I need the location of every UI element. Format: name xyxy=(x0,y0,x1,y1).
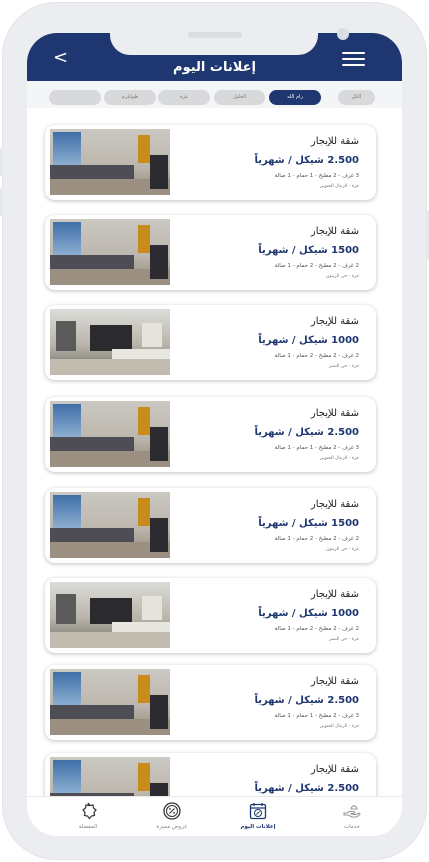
nav-item[interactable]: عروض مميزة xyxy=(137,801,207,830)
nav-item[interactable]: خدمات xyxy=(317,801,387,830)
listing-info: شقة للإيجار 1500 شيكل / شهرياً 2 غرف - 2 م… xyxy=(179,225,359,280)
listing-details: 3 غرف - 2 مطبخ - 1 حمام - 1 صالة xyxy=(274,713,359,719)
listing-photo xyxy=(50,129,170,195)
listing-price: 2.500 شيكل / شهرياً xyxy=(254,695,359,706)
nav-item[interactable]: إعلانات اليوم xyxy=(223,801,293,830)
listing-location: غزة - الرمال الجنوبي xyxy=(319,456,359,461)
listing-info: شقة للإيجار 2.500 شيكل / شهرياً 3 غرف - 2 … xyxy=(179,135,359,190)
listing-card[interactable]: شقة للإيجار 1000 شيكل / شهرياً 2 غرف - 2 م… xyxy=(45,305,376,380)
listing-card[interactable]: شقة للإيجار 1500 شيكل / شهرياً 2 غرف - 2 م… xyxy=(45,488,376,563)
listing-title: شقة للإيجار xyxy=(310,589,359,600)
calendar-percent-icon xyxy=(223,801,293,821)
listing-price: 1000 شيكل / شهرياً xyxy=(258,608,359,619)
listing-price: 2.500 شيكل / شهرياً xyxy=(254,427,359,438)
filter-chip[interactable]: الكل xyxy=(338,90,375,105)
listing-title: شقة للإيجار xyxy=(310,316,359,327)
listing-price: 1500 شيكل / شهرياً xyxy=(258,518,359,529)
listing-location: غزة - حي الزيتون xyxy=(326,547,359,552)
listing-title: شقة للإيجار xyxy=(310,226,359,237)
listing-card[interactable]: شقة للإيجار 2.500 شيكل / شهرياً 3 غرف - 2 … xyxy=(45,665,376,740)
filter-chip[interactable]: رام الله xyxy=(269,90,321,105)
badge-star-icon xyxy=(53,801,123,821)
phone-notch xyxy=(110,27,349,55)
listing-details: 2 غرف - 2 مطبخ - 2 حمام - 1 صالة xyxy=(274,626,359,632)
listing-card[interactable]: شقة للإيجار 1000 شيكل / شهرياً 2 غرف - 2 م… xyxy=(45,578,376,653)
listing-card[interactable]: شقة للإيجار 1500 شيكل / شهرياً 2 غرف - 2 م… xyxy=(45,215,376,290)
listing-details: 3 غرف - 2 مطبخ - 1 حمام - 1 صالة xyxy=(274,173,359,179)
nav-item-label: خدمات xyxy=(343,824,361,830)
listing-photo xyxy=(50,309,170,375)
nav-item[interactable]: المفضلة xyxy=(53,801,123,830)
front-camera xyxy=(337,28,349,40)
listing-title: شقة للإيجار xyxy=(310,676,359,687)
listing-location: غزة - الرمال الجنوبي xyxy=(319,724,359,729)
city-filter-bar: الكل رام الله الخليل غزة طولكرم xyxy=(27,81,402,108)
listing-price: 2.500 شيكل / شهرياً xyxy=(254,155,359,166)
hand-service-icon xyxy=(317,801,387,821)
listing-details: 2 غرف - 2 مطبخ - 2 حمام - 1 صالة xyxy=(274,353,359,359)
listing-photo xyxy=(50,219,170,285)
nav-item-label: المفضلة xyxy=(78,824,98,830)
listing-photo xyxy=(50,492,170,558)
listing-location: غزة - حي الزيتون xyxy=(326,274,359,279)
listing-title: شقة للإيجار xyxy=(310,764,359,775)
nav-item-label: إعلانات اليوم xyxy=(240,824,276,830)
page-title: إعلانات اليوم xyxy=(173,60,256,75)
speaker-grille xyxy=(188,32,242,38)
filter-chip[interactable] xyxy=(49,90,101,105)
nav-item-label: عروض مميزة xyxy=(156,824,188,830)
listing-info: شقة للإيجار 1500 شيكل / شهرياً 2 غرف - 2 م… xyxy=(179,498,359,553)
listing-title: شقة للإيجار xyxy=(310,499,359,510)
listing-card[interactable]: شقة للإيجار 2.500 شيكل / شهرياً 3 غرف - 2 … xyxy=(45,397,376,472)
listing-details: 3 غرف - 2 مطبخ - 1 حمام - 1 صالة xyxy=(274,445,359,451)
listing-photo xyxy=(50,582,170,648)
listing-title: شقة للإيجار xyxy=(310,136,359,147)
listing-price: 1000 شيكل / شهرياً xyxy=(258,335,359,346)
bottom-navigation: المفضلة عروض مميزة إعلانات اليوم خدمات xyxy=(27,796,402,836)
listing-location: غزة - حي النصر xyxy=(328,637,359,642)
listing-info: شقة للإيجار 2.500 شيكل / شهرياً xyxy=(179,763,359,800)
filter-chip[interactable]: طولكرم xyxy=(104,90,156,105)
listing-photo xyxy=(50,401,170,467)
listing-price: 1500 شيكل / شهرياً xyxy=(258,245,359,256)
filter-chip[interactable]: غزة xyxy=(158,90,210,105)
volume-down-button xyxy=(0,188,3,216)
listing-title: شقة للإيجار xyxy=(310,408,359,419)
hamburger-menu-icon[interactable] xyxy=(342,52,365,66)
listing-card[interactable]: شقة للإيجار 2.500 شيكل / شهرياً 3 غرف - 2 … xyxy=(45,125,376,200)
listing-info: شقة للإيجار 2.500 شيكل / شهرياً 3 غرف - 2 … xyxy=(179,407,359,462)
discount-icon xyxy=(137,801,207,821)
listing-info: شقة للإيجار 1000 شيكل / شهرياً 2 غرف - 2 م… xyxy=(179,315,359,370)
listing-photo xyxy=(50,669,170,735)
volume-up-button xyxy=(0,148,3,176)
listing-location: غزة - الرمال الجنوبي xyxy=(319,184,359,189)
listing-info: شقة للإيجار 1000 شيكل / شهرياً 2 غرف - 2 م… xyxy=(179,588,359,643)
listing-price: 2.500 شيكل / شهرياً xyxy=(254,783,359,794)
listing-details: 2 غرف - 2 مطبخ - 2 حمام - 1 صالة xyxy=(274,536,359,542)
listing-details: 2 غرف - 2 مطبخ - 2 حمام - 1 صالة xyxy=(274,263,359,269)
listing-location: غزة - حي النصر xyxy=(328,364,359,369)
filter-chip[interactable]: الخليل xyxy=(214,90,265,105)
back-button[interactable]: < xyxy=(53,49,68,67)
app-screen: < إعلانات اليوم الكل رام الله الخليل غزة طول… xyxy=(27,33,402,836)
listing-info: شقة للإيجار 2.500 شيكل / شهرياً 3 غرف - 2 … xyxy=(179,675,359,730)
